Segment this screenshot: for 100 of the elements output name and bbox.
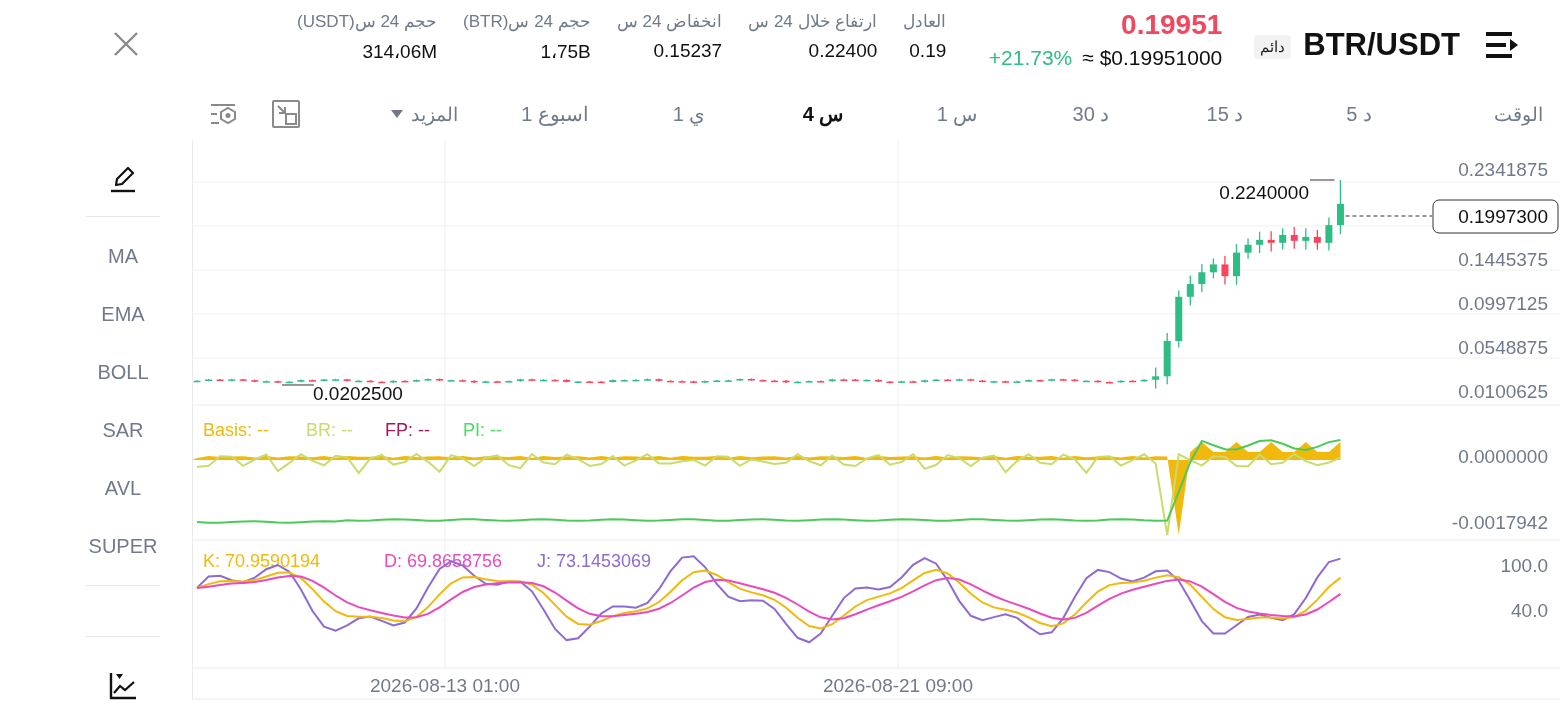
candlestick: [1105, 380, 1113, 384]
candlestick: [1233, 243, 1240, 286]
indicator-item[interactable]: SUPER: [73, 517, 173, 575]
candlestick: [724, 379, 732, 382]
timeframe-tab[interactable]: 1 س: [890, 102, 1024, 126]
candlestick: [216, 378, 224, 382]
candlestick: [493, 380, 501, 383]
candlestick: [551, 378, 559, 382]
candlestick: [1002, 380, 1009, 384]
candlestick: [620, 378, 628, 382]
candlestick: [1082, 379, 1090, 383]
candlestick: [701, 379, 709, 384]
candlestick: [851, 378, 859, 382]
candlestick: [828, 378, 836, 383]
timeframe-tab[interactable]: 1 اسبوع: [488, 102, 622, 126]
candlestick: [1198, 263, 1206, 293]
candlestick: [1163, 332, 1171, 385]
price-axis-label: 0.0548875: [1458, 337, 1548, 358]
candlestick: [840, 378, 848, 381]
candlestick: [516, 378, 524, 383]
timeframe-tab[interactable]: 5 د: [1292, 102, 1426, 126]
candlestick: [1140, 378, 1148, 383]
candlestick: [863, 378, 871, 382]
candlestick: [1094, 379, 1102, 384]
candlestick: [1048, 378, 1056, 382]
indicator-axis-label: -0.0017942: [1451, 512, 1548, 533]
candlestick: [1036, 378, 1044, 382]
candlestick: [366, 379, 374, 383]
stat-value: 0.19: [909, 40, 947, 62]
indicator-legend: FP: --: [385, 420, 430, 440]
price-axis-label: 0.2341875: [1458, 159, 1548, 180]
menu-icon[interactable]: [1486, 30, 1520, 60]
price-axis-label: 0.0100625: [1458, 381, 1548, 402]
stat-value: 1،75B: [540, 40, 591, 63]
indicator-item[interactable]: EMA: [73, 285, 173, 343]
indicator-legend: D: 69.8658756: [384, 551, 503, 571]
candlestick: [343, 378, 351, 383]
candlestick: [909, 380, 917, 384]
stat-label: انخفاض 24 س: [616, 11, 723, 32]
candlestick: [886, 380, 894, 384]
candlestick: [978, 379, 986, 383]
candlestick: [251, 378, 259, 383]
resize-icon[interactable]: [271, 99, 301, 129]
indicator-item[interactable]: AVL: [73, 459, 173, 517]
more-dropdown[interactable]: المزيد: [391, 102, 458, 126]
indicator-axis-label: 40.0: [1511, 600, 1548, 621]
candlestick: [297, 378, 305, 383]
stat-value: 0.15237: [653, 40, 723, 62]
candlestick: [609, 378, 617, 384]
candlestick: [1013, 380, 1021, 384]
candlestick: [586, 380, 594, 383]
candlestick: [655, 377, 663, 383]
timeframe-tab[interactable]: 15 د: [1158, 102, 1292, 126]
candlestick: [794, 380, 802, 384]
candlestick: [239, 378, 247, 382]
candlestick: [285, 380, 293, 384]
last-price: 0.19951: [1121, 8, 1223, 42]
timeframe-tab[interactable]: 30 د: [1024, 102, 1158, 126]
candlestick: [690, 380, 698, 384]
stat-value: 314،06M: [362, 40, 438, 63]
candlestick: [898, 380, 906, 384]
stat-label: حجم 24 س(USDT): [297, 11, 438, 32]
candlestick: [470, 379, 478, 384]
indicator-legend: K: 70.9590194: [203, 551, 321, 571]
candlestick: [193, 379, 201, 383]
candlestick: [412, 378, 420, 383]
candlestick: [874, 378, 882, 383]
price-axis-label: 0.0997125: [1458, 293, 1548, 314]
candlestick: [1267, 230, 1275, 253]
stat-label: ارتفاع خلال 24 س: [748, 11, 878, 32]
candlestick: [401, 379, 409, 383]
candlestick: [320, 378, 328, 382]
candlestick: [389, 379, 397, 384]
candlestick: [990, 380, 998, 383]
candlestick: [921, 379, 929, 384]
pencil-icon[interactable]: [108, 164, 138, 194]
close-button[interactable]: [112, 30, 140, 58]
indicator-item[interactable]: MA: [73, 227, 173, 285]
candlestick: [274, 379, 282, 384]
leader-line: [281, 384, 315, 386]
candlestick: [1279, 227, 1287, 251]
candlestick: [436, 377, 444, 382]
candlestick: [424, 377, 432, 382]
stat-label: حجم 24 س(BTR): [463, 11, 591, 32]
candlestick: [447, 378, 455, 382]
indicator-legend: PI: --: [463, 420, 502, 440]
candlestick: [459, 378, 467, 383]
usd-price: ≈ $0.19951000: [1082, 46, 1223, 70]
candlestick: [667, 379, 675, 383]
candlestick: [332, 378, 340, 381]
indicator-item[interactable]: BOLL: [73, 343, 173, 401]
candlestick: [1209, 257, 1217, 279]
candlestick: [309, 378, 316, 382]
indicator-item[interactable]: SAR: [73, 401, 173, 459]
candlestick: [1244, 237, 1252, 260]
timeframe-tab[interactable]: 4 س: [756, 102, 890, 126]
current-price-tag: 0.1997300: [1432, 199, 1559, 234]
line-chart-icon[interactable]: [108, 671, 138, 701]
indicator-legend: J: 73.1453069: [537, 551, 652, 571]
timeframe-tab[interactable]: 1 ي: [622, 102, 756, 126]
